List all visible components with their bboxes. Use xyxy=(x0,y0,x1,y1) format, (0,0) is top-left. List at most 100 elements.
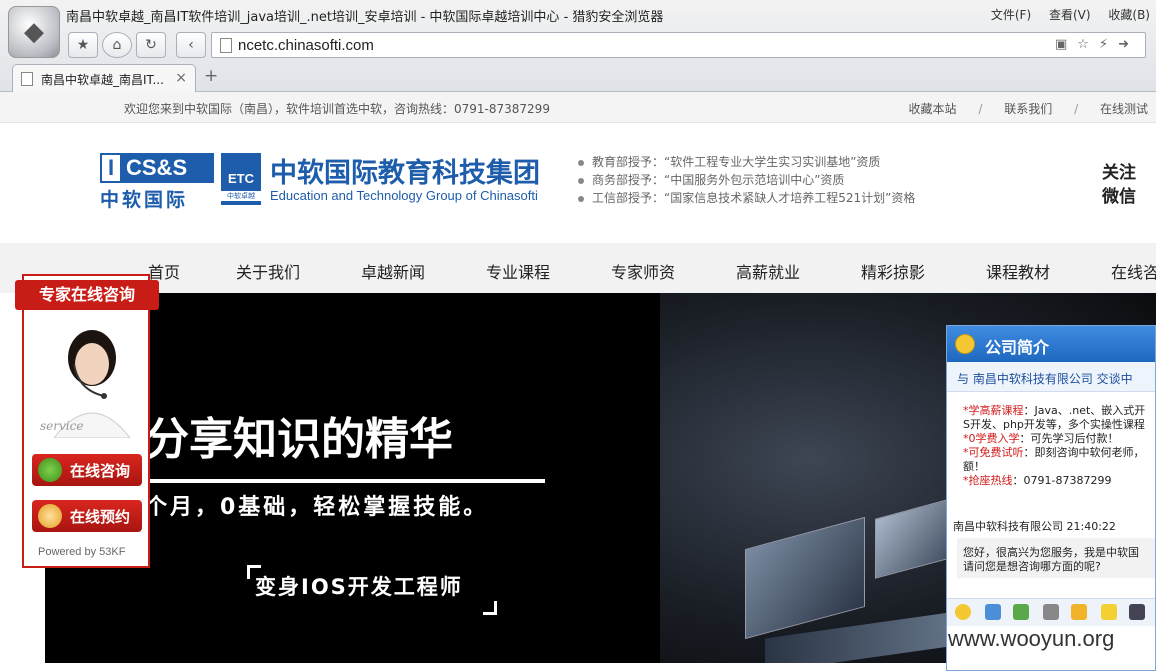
banner-divider xyxy=(105,479,545,483)
refresh-icon[interactable]: ↻ xyxy=(136,32,166,58)
menu-bar: 文件(F) 查看(V) 收藏(B) xyxy=(977,6,1150,23)
nav-employment[interactable]: 高薪就业 xyxy=(736,259,800,283)
link-contact[interactable]: 联系我们 xyxy=(1004,102,1052,116)
chat-meta: 南昌中软科技有限公司 21:40:22 xyxy=(953,520,1116,533)
menu-view[interactable]: 查看(V) xyxy=(1049,8,1091,22)
chat-line: *学高薪课程：Java、.net、嵌入式开 xyxy=(963,404,1146,417)
nav-materials[interactable]: 课程教材 xyxy=(986,259,1050,283)
home-icon[interactable]: ⌂ xyxy=(102,32,132,58)
welcome-text: 欢迎您来到中软国际（南昌），软件培训首选中软，咨询热线：0791-8738729… xyxy=(124,102,550,116)
chat-reply: 您好，很高兴为您服务，我是中软国 请问您是想咨询哪方面的呢? xyxy=(957,538,1155,578)
star-icon[interactable] xyxy=(1101,604,1117,620)
powered-by[interactable]: Powered by 53KF xyxy=(38,546,125,558)
go-arrow-icon[interactable]: ➜ xyxy=(1118,37,1139,52)
brand-i: I xyxy=(100,153,122,183)
tab-favicon-icon xyxy=(21,72,33,86)
chat-line: S开发、php开发等，多个实操性课程 xyxy=(963,418,1145,431)
nav-teachers[interactable]: 专家师资 xyxy=(611,259,675,283)
address-bar[interactable]: ncetc.chinasofti.com ▣☆⚡➜ xyxy=(211,32,1146,58)
nav-news[interactable]: 卓越新闻 xyxy=(361,259,425,283)
link-separator: / xyxy=(1074,102,1079,116)
folder-icon[interactable] xyxy=(1071,604,1087,620)
brand-cn: 中软国际 xyxy=(100,189,189,211)
online-consult-label: 在线咨询 xyxy=(70,461,131,480)
consult-title: 专家在线咨询 xyxy=(15,280,159,310)
link-test[interactable]: 在线测试 xyxy=(1100,102,1148,116)
link-bookmark[interactable]: 收藏本站 xyxy=(909,102,957,116)
etc-subtext: 中软卓越 xyxy=(221,191,261,201)
chat-title: 公司简介 xyxy=(985,338,1050,357)
chat-line: *可免费试听：即刻咨询中软何老师， xyxy=(963,446,1145,459)
star-icon[interactable]: ★ xyxy=(68,32,98,58)
chat-bubble-icon xyxy=(38,458,62,482)
online-consult-button[interactable]: 在线咨询 xyxy=(32,454,142,486)
browser-chrome: ◆ 南昌中软卓越_南昌IT软件培训_java培训_.net培训_安卓培训 - 中… xyxy=(0,0,1156,92)
chat-status: 与 南昌中软科技有限公司 交谈中 xyxy=(957,372,1133,386)
qualification-item: 商务部授予：“中国服务外包示范培训中心”资质 xyxy=(578,171,915,189)
link-icon[interactable] xyxy=(985,604,1001,620)
window-title: 南昌中软卓越_南昌IT软件培训_java培训_.net培训_安卓培训 - 中软国… xyxy=(66,10,664,25)
follow-line-2: 微信 xyxy=(1102,187,1136,207)
cheetah-logo-icon[interactable]: ◆ xyxy=(8,6,60,58)
new-tab-button[interactable]: + xyxy=(204,66,218,86)
top-bar: 欢迎您来到中软国际（南昌），软件培训首选中软，咨询热线：0791-8738729… xyxy=(0,92,1156,123)
brand-css: CS&S xyxy=(126,155,188,180)
chat-line: *抢座热线：0791-87387299 xyxy=(963,474,1112,487)
bullet-icon xyxy=(578,177,584,184)
banner-slogan: 分享知识的精华 xyxy=(145,414,453,465)
qualification-item: 工信部授予：“国家信息技术紧缺人才培养工程521计划”资格 xyxy=(578,189,915,207)
site-header: I CS&S 中软国际 ETC 中软卓越 中软国际教育科技集团 Educatio… xyxy=(0,123,1156,243)
menu-file[interactable]: 文件(F) xyxy=(991,8,1031,22)
save-icon[interactable] xyxy=(1129,604,1145,620)
image-icon[interactable] xyxy=(1013,604,1029,620)
follow-wechat[interactable]: 关注 微信 xyxy=(1102,161,1136,209)
chat-body: *学高薪课程：Java、.net、嵌入式开 S开发、php开发等，多个实操性课程… xyxy=(947,392,1155,602)
brand-logo[interactable]: I CS&S xyxy=(100,153,214,183)
banner-tagline: 变身IOS开发工程师 xyxy=(255,575,463,599)
qualification-item: 教育部授予：“软件工程专业大学生实习实训基地”资质 xyxy=(578,153,915,171)
chat-line: *0学费入学：可先学习后付款！ xyxy=(963,432,1119,445)
online-booking-label: 在线预约 xyxy=(70,507,131,526)
back-icon[interactable]: ‹ xyxy=(176,32,206,58)
pencil-icon xyxy=(38,504,62,528)
group-title: 中软国际教育科技集团 xyxy=(270,158,540,189)
nav-about[interactable]: 关于我们 xyxy=(236,259,300,283)
reply-line: 请问您是想咨询哪方面的呢? xyxy=(963,560,1101,573)
banner-subslogan: 个月，0基础，轻松掌握技能。 xyxy=(145,495,489,520)
scissors-icon[interactable] xyxy=(1043,604,1059,620)
link-separator: / xyxy=(978,102,983,116)
bullet-icon xyxy=(578,195,584,202)
agent-avatar: service xyxy=(40,330,131,438)
qualifications: 教育部授予：“软件工程专业大学生实习实训基地”资质 商务部授予：“中国服务外包示… xyxy=(578,153,915,207)
nav-courses[interactable]: 专业课程 xyxy=(486,259,550,283)
chat-subheader: 与 南昌中软科技有限公司 交谈中 xyxy=(947,362,1155,392)
lightning-icon[interactable]: ⚡ xyxy=(1099,37,1118,52)
svg-text:service: service xyxy=(40,419,83,433)
smiley-icon xyxy=(955,334,975,354)
chat-line: 额！ xyxy=(963,460,985,473)
shield-icon[interactable]: ▣ xyxy=(1055,37,1077,52)
etc-text: ETC xyxy=(228,171,254,186)
follow-line-1: 关注 xyxy=(1102,163,1136,183)
tab-label: 南昌中软卓越_南昌IT... xyxy=(41,73,164,87)
chat-header[interactable]: 公司简介 xyxy=(947,326,1155,362)
address-tools: ▣☆⚡➜ xyxy=(1055,37,1139,52)
nav-gallery[interactable]: 精彩掠影 xyxy=(861,259,925,283)
bracket-bottom-right xyxy=(483,601,497,615)
menu-favorites[interactable]: 收藏(B) xyxy=(1108,8,1150,22)
favorite-star-icon[interactable]: ☆ xyxy=(1077,37,1099,52)
group-english: Education and Technology Group of Chinas… xyxy=(270,188,538,203)
emoji-icon[interactable] xyxy=(955,604,971,620)
tab-close-icon[interactable]: × xyxy=(175,70,187,86)
consult-widget: 专家在线咨询 service 在线咨询 在线预约 Powered by 53KF xyxy=(15,274,159,568)
chat-window: 公司简介 与 南昌中软科技有限公司 交谈中 *学高薪课程：Java、.net、嵌… xyxy=(946,325,1156,671)
main-nav: 首页 关于我们 卓越新闻 专业课程 专家师资 高薪就业 精彩掠影 课程教材 在线… xyxy=(0,243,1156,293)
page-icon xyxy=(220,38,232,53)
chat-toolbar xyxy=(947,598,1155,626)
watermark: www.wooyun.org xyxy=(948,626,1115,651)
browser-tab[interactable]: 南昌中软卓越_南昌IT... × xyxy=(12,64,196,92)
nav-consult[interactable]: 在线咨 xyxy=(1111,259,1156,283)
top-links: 收藏本站 / 联系我们 / 在线测试 xyxy=(909,100,1148,117)
online-booking-button[interactable]: 在线预约 xyxy=(32,500,142,532)
url-text[interactable]: ncetc.chinasofti.com xyxy=(238,37,374,54)
